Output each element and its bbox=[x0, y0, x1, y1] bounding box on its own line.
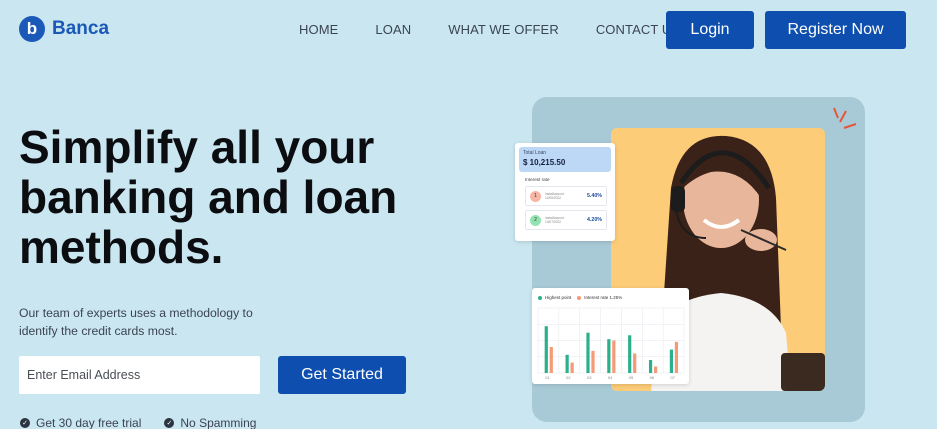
nav-home[interactable]: HOME bbox=[299, 22, 338, 37]
bar bbox=[549, 347, 553, 373]
bar bbox=[628, 335, 632, 373]
bar bbox=[633, 353, 637, 373]
row-date: 12/06/2022 bbox=[545, 196, 561, 200]
row-rate: 5.40% bbox=[586, 193, 602, 199]
logo-icon: b bbox=[19, 16, 45, 42]
row-rate: 4.20% bbox=[586, 217, 602, 223]
total-loan-value: $ 10,215.50 bbox=[523, 158, 566, 167]
bar bbox=[565, 354, 569, 373]
get-started-button[interactable]: Get Started bbox=[278, 356, 406, 394]
bar bbox=[648, 360, 653, 373]
x-tick-label: 07 bbox=[670, 375, 675, 380]
check-icon: ✓ bbox=[164, 418, 175, 428]
bar-chart: 01 02 03 04 05 06 07 bbox=[537, 307, 685, 380]
x-tick-label: 01 bbox=[545, 375, 550, 380]
perk-label: No Spamming bbox=[180, 416, 257, 429]
row-meta: InstalAmount 13/07/2022 bbox=[545, 216, 583, 224]
brand-name: Banca bbox=[52, 18, 110, 39]
hero-title: Simplify all your banking and loan metho… bbox=[19, 121, 398, 273]
bar bbox=[674, 341, 679, 373]
perk-item: ✓ Get 30 day free trial bbox=[20, 416, 141, 429]
x-tick-label: 06 bbox=[650, 375, 655, 380]
register-button[interactable]: Register Now bbox=[765, 11, 906, 49]
bar bbox=[612, 340, 616, 373]
interest-rate-label: Interest rate bbox=[525, 177, 550, 182]
hero-subtitle: Our team of experts uses a methodology t… bbox=[19, 306, 253, 338]
email-input[interactable] bbox=[19, 356, 260, 394]
perks-list: ✓ Get 30 day free trial ✓ No Spamming bbox=[20, 416, 256, 429]
row-number-badge: 2 bbox=[530, 214, 541, 226]
main-menu: HOME LOAN WHAT WE OFFER CONTACT US bbox=[299, 22, 717, 37]
bar bbox=[591, 350, 595, 373]
top-nav: b Banca HOME LOAN WHAT WE OFFER CONTACT … bbox=[0, 0, 937, 60]
bar bbox=[653, 366, 658, 373]
nav-what-we-offer[interactable]: WHAT WE OFFER bbox=[448, 22, 559, 37]
x-tick-label: 02 bbox=[566, 375, 571, 380]
brand-logo[interactable]: b Banca bbox=[19, 16, 109, 42]
row-number-badge: 1 bbox=[530, 190, 541, 202]
bar bbox=[607, 339, 611, 373]
perk-item: ✓ No Spamming bbox=[164, 416, 256, 429]
perk-label: Get 30 day free trial bbox=[36, 416, 142, 429]
x-tick-label: 04 bbox=[608, 375, 613, 380]
x-tick-label: 03 bbox=[587, 375, 592, 380]
chart-card: Highest point Interest rate 1.25% 01 02 03… bbox=[532, 288, 689, 384]
loan-summary-card: Total Loan $ 10,215.50 Interest rate 1 I… bbox=[515, 143, 615, 241]
bar bbox=[669, 349, 674, 373]
row-date: 13/07/2022 bbox=[545, 220, 561, 224]
interest-row: 2 InstalAmount 13/07/2022 4.20% bbox=[525, 210, 607, 230]
login-button[interactable]: Login bbox=[666, 11, 754, 49]
total-loan-label: Total Loan bbox=[523, 150, 547, 156]
bar bbox=[570, 362, 574, 373]
interest-row: 1 InstalAmount 12/06/2022 5.40% bbox=[525, 186, 607, 206]
row-meta: InstalAmount 12/06/2022 bbox=[545, 192, 583, 200]
total-loan-box: Total Loan $ 10,215.50 bbox=[519, 147, 611, 172]
check-icon: ✓ bbox=[20, 418, 30, 428]
nav-loan[interactable]: LOAN bbox=[375, 22, 411, 37]
x-tick-label: 05 bbox=[629, 375, 634, 380]
bar bbox=[586, 332, 590, 373]
sparkle-icon bbox=[833, 107, 857, 129]
bar bbox=[544, 326, 548, 373]
